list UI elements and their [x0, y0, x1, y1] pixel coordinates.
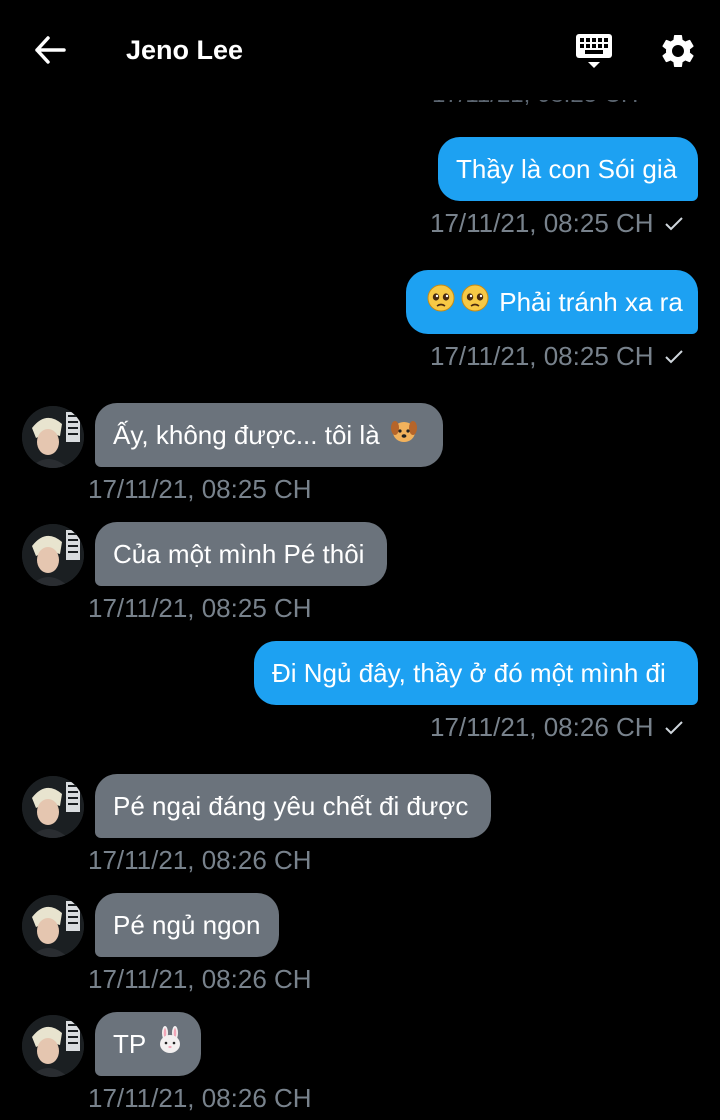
message-bubble-incoming[interactable]: Ấy, không được... tôi là	[95, 403, 443, 467]
contact-avatar[interactable]	[22, 895, 84, 957]
message-timestamp: 17/11/21, 08:25 CH	[430, 341, 684, 372]
message-timestamp: 17/11/21, 08:26 CH	[88, 964, 312, 995]
pleading-face-icon	[426, 272, 456, 336]
message-bubble-outgoing[interactable]: Thầy là con Sói già	[438, 137, 698, 201]
arrow-left-icon	[35, 36, 66, 64]
contact-avatar[interactable]	[22, 1015, 84, 1077]
contact-avatar[interactable]	[22, 406, 84, 468]
message-timestamp: 17/11/21, 08:25 CH	[430, 208, 684, 239]
timestamp-text: 17/11/21, 08:25 CH	[88, 593, 312, 623]
message-bubble-incoming[interactable]: TP	[95, 1012, 201, 1076]
conversation-title: Jeno Lee	[126, 35, 244, 65]
keyboard-button[interactable]	[572, 30, 616, 72]
timestamp-text: 17/11/21, 08:25 CH	[430, 341, 654, 371]
sent-check-icon	[664, 720, 684, 736]
sent-check-icon	[664, 216, 684, 232]
timestamp-text: 17/11/21, 08:25 CH	[88, 474, 312, 504]
timestamp-text: 17/11/21, 08:26 CH	[88, 1083, 312, 1113]
contact-avatar[interactable]	[22, 524, 84, 586]
message-bubble-incoming[interactable]: Pé ngủ ngon	[95, 893, 279, 957]
back-button[interactable]	[30, 30, 70, 70]
keyboard-icon	[576, 34, 612, 68]
message-text: Pé ngủ ngon	[113, 910, 261, 940]
message-text: Thầy là con Sói già	[456, 154, 678, 184]
message-text: Của một mình Pé thôi	[113, 539, 365, 569]
rabbit-face-icon	[155, 1014, 185, 1078]
message-timestamp: 17/11/21, 08:25 CH	[88, 593, 312, 624]
message-text: Pé ngại đáng yêu chết đi được	[113, 791, 469, 821]
timestamp-text: 17/11/21, 08:26 CH	[430, 712, 654, 742]
message-timestamp: 17/11/21, 08:26 CH	[88, 845, 312, 876]
message-timestamp: 17/11/21, 08:25 CH	[88, 474, 312, 505]
dog-face-icon	[389, 405, 419, 469]
timestamp-text: 17/11/21, 08:26 CH	[88, 845, 312, 875]
message-text: Phải tránh xa ra	[499, 287, 683, 317]
message-text: Ấy, không được... tôi là	[113, 420, 380, 450]
message-bubble-incoming[interactable]: Pé ngại đáng yêu chết đi được	[95, 774, 491, 838]
timestamp-text: 17/11/21, 08:26 CH	[88, 964, 312, 994]
message-text: Đi Ngủ đây, thầy ở đó một mình đi	[272, 658, 666, 688]
timestamp-text: 17/11/21, 08:25 CH	[430, 208, 654, 238]
message-bubble-outgoing[interactable]: Phải tránh xa ra	[406, 270, 698, 334]
message-timestamp: 17/11/21, 08:26 CH	[88, 1083, 312, 1114]
message-bubble-incoming[interactable]: Của một mình Pé thôi	[95, 522, 387, 586]
pleading-face-icon	[460, 272, 490, 336]
message-timestamp: 17/11/21, 08:26 CH	[430, 712, 684, 743]
message-text: TP	[113, 1029, 146, 1059]
gear-icon	[662, 34, 694, 67]
message-bubble-outgoing[interactable]: Đi Ngủ đây, thầy ở đó một mình đi	[254, 641, 698, 705]
sent-check-icon	[664, 349, 684, 365]
settings-button[interactable]	[655, 28, 701, 74]
contact-avatar[interactable]	[22, 776, 84, 838]
top-bar: Jeno Lee	[0, 0, 720, 100]
